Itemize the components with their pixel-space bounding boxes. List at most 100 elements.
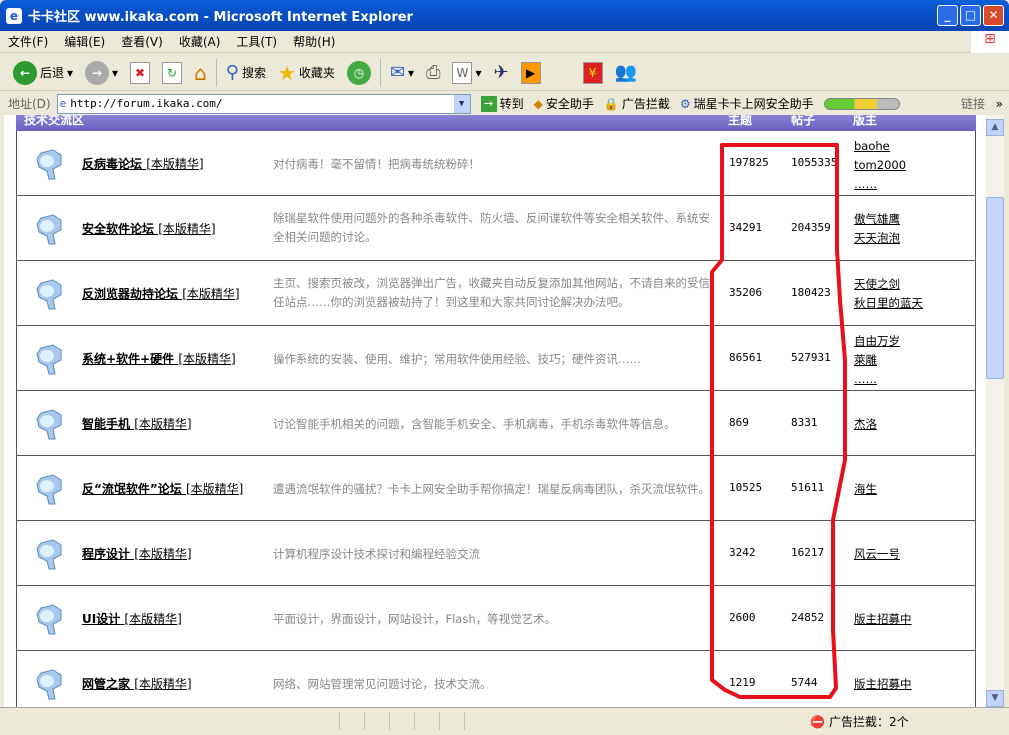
moderator-link[interactable]: 风云一号 xyxy=(854,545,900,564)
menu-edit[interactable]: 编辑(E) xyxy=(64,33,105,50)
msn-button[interactable]: 👥 xyxy=(612,62,640,83)
moderator-link[interactable]: 杰洛 xyxy=(854,415,877,434)
essence-link[interactable]: 本版精华 xyxy=(191,482,239,496)
link-security-assistant[interactable]: ◆ 安全助手 xyxy=(534,95,594,112)
forum-description: 平面设计，界面设计，网站设计，Flash，等视觉艺术。 xyxy=(273,612,557,626)
moderator-link[interactable]: tom2000 xyxy=(854,156,906,175)
link-kaka-assistant[interactable]: ⚙ 瑞星卡卡上网安全助手 xyxy=(680,95,814,112)
forum-row: 网管之家 [本版精华] 网络、网站管理常见问题讨论，技术交流。 1219 574… xyxy=(17,651,975,707)
moderators: 风云一号 xyxy=(854,545,900,564)
forum-name-link[interactable]: 程序设计 xyxy=(82,547,130,561)
forum-description: 除瑞星软件使用问题外的各种杀毒软件、防火墙、反间谍软件等安全相关软件、系统安全相… xyxy=(273,211,710,244)
maximize-button[interactable]: □ xyxy=(960,5,981,26)
forum-name-link[interactable]: 反病毒论坛 xyxy=(82,157,142,171)
essence-link[interactable]: 本版精华 xyxy=(151,157,199,171)
menu-tools[interactable]: 工具(T) xyxy=(236,33,277,50)
essence-link-wrap: [本版精华] xyxy=(182,287,240,301)
ad-block-icon: ⛔ xyxy=(810,714,825,729)
essence-link[interactable]: 本版精华 xyxy=(163,222,211,236)
moderator-link[interactable]: 天天泡泡 xyxy=(854,229,900,248)
essence-link[interactable]: 本版精华 xyxy=(139,677,187,691)
forum-icon xyxy=(35,214,65,246)
address-url: http://forum.ikaka.com/ xyxy=(70,97,223,110)
vertical-scrollbar[interactable]: ▲ ▼ xyxy=(986,115,1004,707)
moderator-link[interactable]: 版主招募中 xyxy=(854,675,912,694)
forum-name-link[interactable]: 网管之家 xyxy=(82,677,130,691)
forward-button[interactable]: → ▾ xyxy=(82,60,121,85)
forum-name-link[interactable]: 系统+软件+硬件 xyxy=(82,352,174,366)
forum-title: 反浏览器劫持论坛 [本版精华] xyxy=(82,285,240,302)
forum-icon xyxy=(35,149,65,181)
essence-link[interactable]: 本版精华 xyxy=(187,287,235,301)
moderator-link[interactable]: …… xyxy=(854,175,906,194)
status-bar: ⛔ 广告拦截：2个 xyxy=(0,707,1009,735)
address-input[interactable]: e http://forum.ikaka.com/ ▼ xyxy=(56,93,471,114)
go-arrow-icon: → xyxy=(480,95,497,112)
forum-name-link[interactable]: 安全软件论坛 xyxy=(82,222,154,236)
forum-description: 操作系统的安装、使用、维护；常用软件使用经验、技巧；硬件资讯…… xyxy=(273,352,641,366)
bird-icon: ✈ xyxy=(493,62,509,83)
scroll-down-button[interactable]: ▼ xyxy=(986,690,1004,707)
moderator-link[interactable]: …… xyxy=(854,370,900,389)
scroll-thumb[interactable] xyxy=(986,197,1004,379)
go-button[interactable]: → 转到 xyxy=(480,95,524,112)
essence-link-wrap: [本版精华] xyxy=(124,612,182,626)
forum-name-link[interactable]: 反浏览器劫持论坛 xyxy=(82,287,178,301)
forum-description: 主页、搜索页被改，浏览器弹出广告，收藏夹自动反复添加其他网站，不请自来的受信任站… xyxy=(273,276,710,309)
media-button[interactable]: ▶ xyxy=(518,61,544,84)
moderator-link[interactable]: 傲气雄鹰 xyxy=(854,210,900,229)
ad-block-status[interactable]: ⛔ 广告拦截：2个 xyxy=(810,713,909,730)
menu-view[interactable]: 查看(V) xyxy=(121,33,163,50)
moderator-link[interactable]: 自由万岁 xyxy=(854,332,900,351)
moderator-link[interactable]: 版主招募中 xyxy=(854,610,912,629)
history-button[interactable]: ◷ xyxy=(344,60,374,85)
forum-icon xyxy=(35,279,65,311)
forum-icon xyxy=(35,344,65,376)
home-button[interactable]: ⌂ xyxy=(191,61,210,85)
back-button[interactable]: ← 后退 ▾ xyxy=(10,60,76,85)
links-label[interactable]: 链接 xyxy=(961,95,985,112)
essence-link[interactable]: 本版精华 xyxy=(129,612,177,626)
moderator-link[interactable]: 天使之剑 xyxy=(854,275,923,294)
forum-name-link[interactable]: 反“流氓软件”论坛 xyxy=(82,482,182,496)
forum-title: 网管之家 [本版精华] xyxy=(82,675,192,692)
menu-help[interactable]: 帮助(H) xyxy=(293,33,335,50)
link-label: 安全助手 xyxy=(545,97,594,111)
moderator-link[interactable]: 秋日里的蓝天 xyxy=(854,294,923,313)
section-title: 技术交流区 xyxy=(24,115,85,127)
messenger-button[interactable]: ✈ xyxy=(491,62,512,83)
moderators: 天使之剑 秋日里的蓝天 xyxy=(854,275,923,313)
refresh-icon: ↻ xyxy=(162,61,183,84)
scroll-up-button[interactable]: ▲ xyxy=(986,119,1004,136)
minimize-button[interactable]: _ xyxy=(937,5,958,26)
moderator-link[interactable]: 萊雕 xyxy=(854,351,900,370)
essence-link[interactable]: 本版精华 xyxy=(139,417,187,431)
forum-title: UI设计 [本版精华] xyxy=(82,610,182,627)
search-button[interactable]: ⚲ 搜索 xyxy=(223,62,269,83)
address-dropdown[interactable]: ▼ xyxy=(453,94,470,113)
essence-link-wrap: [本版精华] xyxy=(134,547,192,561)
refresh-button[interactable]: ↻ xyxy=(159,61,185,84)
forum-title: 反病毒论坛 [本版精华] xyxy=(82,155,204,172)
topic-count: 1219 xyxy=(729,676,756,689)
post-count: 204359 xyxy=(791,221,831,234)
forum-name-link[interactable]: UI设计 xyxy=(82,612,120,626)
stop-button[interactable]: ✖ xyxy=(127,61,153,84)
essence-link-wrap: [本版精华] xyxy=(134,417,192,431)
menu-file[interactable]: 文件(F) xyxy=(8,33,48,50)
mail-button[interactable]: ✉ ▾ xyxy=(387,62,417,83)
search-icon: ⚲ xyxy=(225,62,239,83)
essence-link[interactable]: 本版精华 xyxy=(139,547,187,561)
rising-button[interactable]: ¥ xyxy=(580,61,606,84)
favorites-button[interactable]: ★ 收藏夹 xyxy=(275,61,338,85)
menu-favorites[interactable]: 收藏(A) xyxy=(179,33,221,50)
chevron-right-icon[interactable]: » xyxy=(996,97,1003,111)
link-ad-block[interactable]: 🔒 广告拦截 xyxy=(604,95,670,112)
print-button[interactable]: ⎙ xyxy=(423,62,443,83)
moderator-link[interactable]: baohe xyxy=(854,137,906,156)
essence-link[interactable]: 本版精华 xyxy=(183,352,231,366)
close-button[interactable]: ✕ xyxy=(983,5,1004,26)
forum-name-link[interactable]: 智能手机 xyxy=(82,417,130,431)
moderator-link[interactable]: 海生 xyxy=(854,480,877,499)
edit-button[interactable]: W ▾ xyxy=(449,61,484,84)
